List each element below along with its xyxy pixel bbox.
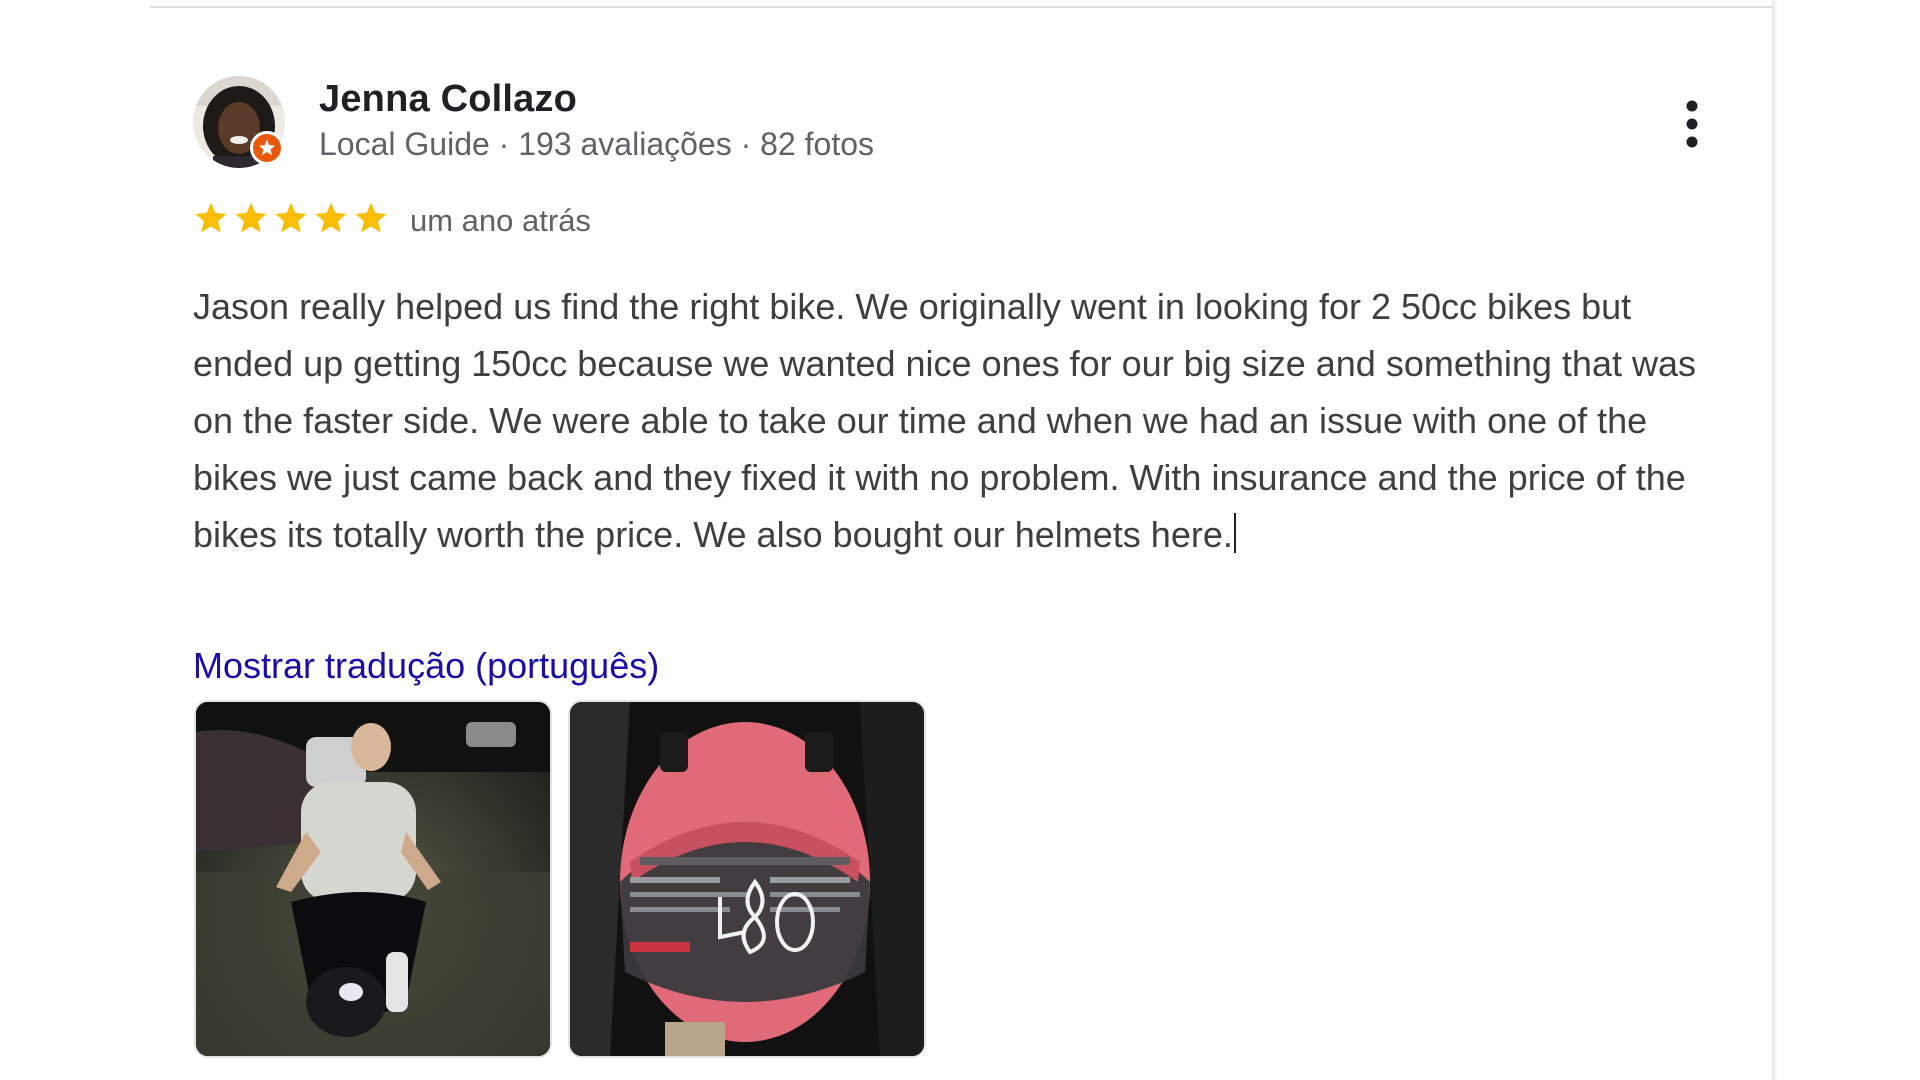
star-rating [193,200,389,240]
text-cursor [1233,513,1236,553]
review-photo-1[interactable] [194,700,552,1058]
show-translation-link[interactable]: Mostrar tradução (português) [193,645,659,687]
more-options-button[interactable] [1672,96,1712,152]
author-meta: Local Guide · 193 avaliações · 82 fotos [319,126,874,162]
more-vertical-icon [1686,100,1698,148]
review-text: Jason really helped us find the right bi… [193,278,1733,563]
photo-pink-helmet [570,702,924,1056]
star-icon [275,202,307,233]
local-guide-star-icon [250,131,284,165]
star-icon [315,202,347,233]
panel-edge [1772,0,1778,1080]
review-time: um ano atrás [410,203,591,238]
review-body: Jason really helped us find the right bi… [193,286,1696,555]
page: Jenna Collazo Local Guide · 193 avaliaçõ… [0,0,1920,1080]
star-icon [195,202,227,233]
photo-man-on-scooter [196,702,550,1056]
star-icon [355,202,387,233]
avatar[interactable] [193,76,285,168]
top-divider [150,6,1772,8]
star-icon [235,202,267,233]
review-photo-2[interactable] [568,700,926,1058]
author-name[interactable]: Jenna Collazo [319,78,577,121]
